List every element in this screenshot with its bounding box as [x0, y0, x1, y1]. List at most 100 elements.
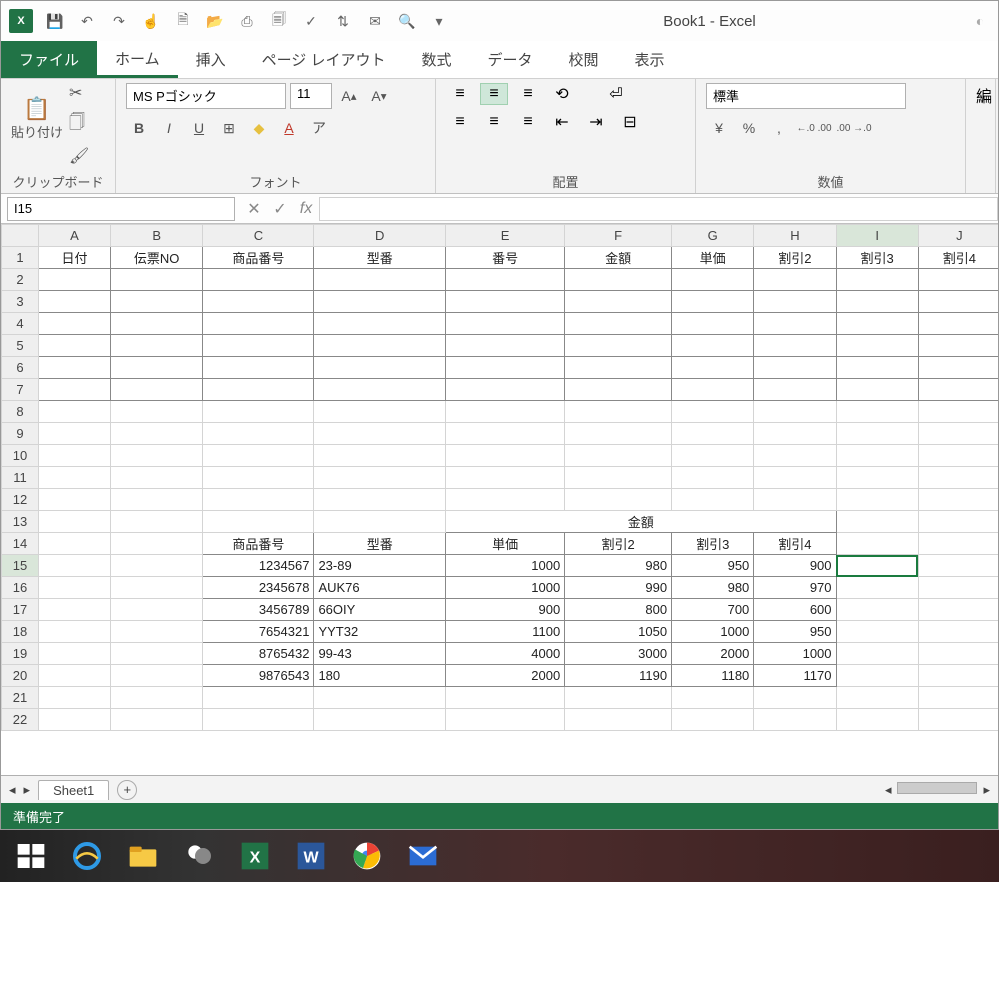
cell-B17[interactable] — [110, 599, 203, 621]
cell-J16[interactable] — [918, 577, 998, 599]
indent-dec-icon[interactable]: ⇤ — [548, 111, 576, 133]
col-header-C[interactable]: C — [203, 225, 314, 247]
row-header-21[interactable]: 21 — [2, 687, 39, 709]
tab-data[interactable]: データ — [469, 41, 550, 78]
cell-H5[interactable] — [754, 335, 836, 357]
cell-A22[interactable] — [39, 709, 111, 731]
cell-H12[interactable] — [754, 489, 836, 511]
name-box[interactable]: I15 — [7, 197, 235, 221]
cell-B5[interactable] — [110, 335, 203, 357]
align-right-icon[interactable]: ≡ — [514, 111, 542, 133]
cell-F2[interactable] — [565, 269, 672, 291]
file-explorer-icon[interactable] — [118, 834, 168, 878]
open-icon[interactable]: 📂 — [205, 11, 225, 31]
cell-I5[interactable] — [836, 335, 918, 357]
cell-B8[interactable] — [110, 401, 203, 423]
spelling-icon[interactable]: ✓ — [301, 11, 321, 31]
tab-pagelayout[interactable]: ページ レイアウト — [244, 41, 404, 78]
row-header-4[interactable]: 4 — [2, 313, 39, 335]
formula-input[interactable] — [319, 197, 998, 221]
cell-E19[interactable]: 4000 — [445, 643, 564, 665]
cell-A15[interactable] — [39, 555, 111, 577]
cell-I21[interactable] — [836, 687, 918, 709]
word-task-icon[interactable]: W — [286, 834, 336, 878]
cut-icon[interactable]: ✂ — [69, 83, 89, 103]
cell-J12[interactable] — [918, 489, 998, 511]
cell-H8[interactable] — [754, 401, 836, 423]
cell-D1[interactable]: 型番 — [314, 247, 446, 269]
cell-J2[interactable] — [918, 269, 998, 291]
cell-J17[interactable] — [918, 599, 998, 621]
start-button[interactable] — [6, 834, 56, 878]
cell-H15[interactable]: 900 — [754, 555, 836, 577]
row-header-13[interactable]: 13 — [2, 511, 39, 533]
row-header-12[interactable]: 12 — [2, 489, 39, 511]
cell-C20[interactable]: 9876543 — [203, 665, 314, 687]
tab-home[interactable]: ホーム — [97, 41, 178, 78]
cell-G15[interactable]: 950 — [672, 555, 754, 577]
cell-A6[interactable] — [39, 357, 111, 379]
col-header-B[interactable]: B — [110, 225, 203, 247]
cell-E11[interactable] — [445, 467, 564, 489]
cell-E21[interactable] — [445, 687, 564, 709]
cell-H4[interactable] — [754, 313, 836, 335]
cell-D3[interactable] — [314, 291, 446, 313]
col-header-E[interactable]: E — [445, 225, 564, 247]
cell-A17[interactable] — [39, 599, 111, 621]
cell-A19[interactable] — [39, 643, 111, 665]
cell-E20[interactable]: 2000 — [445, 665, 564, 687]
cell-I9[interactable] — [836, 423, 918, 445]
row-header-14[interactable]: 14 — [2, 533, 39, 555]
cell-B1[interactable]: 伝票NO — [110, 247, 203, 269]
cell-J20[interactable] — [918, 665, 998, 687]
cell-J6[interactable] — [918, 357, 998, 379]
cell-H14[interactable]: 割引4 — [754, 533, 836, 555]
paste-button[interactable]: 📋 貼り付け — [11, 83, 63, 153]
cell-A4[interactable] — [39, 313, 111, 335]
cell-I20[interactable] — [836, 665, 918, 687]
cell-D9[interactable] — [314, 423, 446, 445]
font-color-icon[interactable]: A — [276, 115, 302, 141]
col-header-H[interactable]: H — [754, 225, 836, 247]
number-format-select[interactable]: 標準 — [706, 83, 906, 109]
phonetic-icon[interactable]: ア — [306, 115, 332, 141]
cell-J9[interactable] — [918, 423, 998, 445]
row-header-20[interactable]: 20 — [2, 665, 39, 687]
cell-B2[interactable] — [110, 269, 203, 291]
cell-F10[interactable] — [565, 445, 672, 467]
font-name-select[interactable]: MS Pゴシック — [126, 83, 286, 109]
cell-J3[interactable] — [918, 291, 998, 313]
font-size-select[interactable]: 11 — [290, 83, 332, 109]
italic-button[interactable]: I — [156, 115, 182, 141]
format-painter-icon[interactable]: 🖌 — [69, 146, 89, 166]
cell-I7[interactable] — [836, 379, 918, 401]
cell-D7[interactable] — [314, 379, 446, 401]
qat-dropdown-icon[interactable]: ▾ — [429, 11, 449, 31]
print-preview-icon[interactable]: 🗐 — [269, 11, 289, 31]
sort-icon[interactable]: ⇅ — [333, 11, 353, 31]
cell-H2[interactable] — [754, 269, 836, 291]
cell-I2[interactable] — [836, 269, 918, 291]
cell-A2[interactable] — [39, 269, 111, 291]
cell-A21[interactable] — [39, 687, 111, 709]
cell-G16[interactable]: 980 — [672, 577, 754, 599]
cell-C13[interactable] — [203, 511, 314, 533]
cell-D15[interactable]: 23-89 — [314, 555, 446, 577]
cell-G22[interactable] — [672, 709, 754, 731]
cell-J5[interactable] — [918, 335, 998, 357]
wrap-text-icon[interactable]: ⏎ — [602, 83, 630, 105]
cell-I16[interactable] — [836, 577, 918, 599]
cell-F1[interactable]: 金額 — [565, 247, 672, 269]
cell-D10[interactable] — [314, 445, 446, 467]
cell-H9[interactable] — [754, 423, 836, 445]
cell-G4[interactable] — [672, 313, 754, 335]
cell-I19[interactable] — [836, 643, 918, 665]
cell-H6[interactable] — [754, 357, 836, 379]
cell-B22[interactable] — [110, 709, 203, 731]
cell-A16[interactable] — [39, 577, 111, 599]
cell-F16[interactable]: 990 — [565, 577, 672, 599]
select-all-corner[interactable] — [2, 225, 39, 247]
row-header-22[interactable]: 22 — [2, 709, 39, 731]
decrease-decimal-icon[interactable]: .00 →.0 — [836, 115, 872, 141]
comma-icon[interactable]: , — [766, 115, 792, 141]
